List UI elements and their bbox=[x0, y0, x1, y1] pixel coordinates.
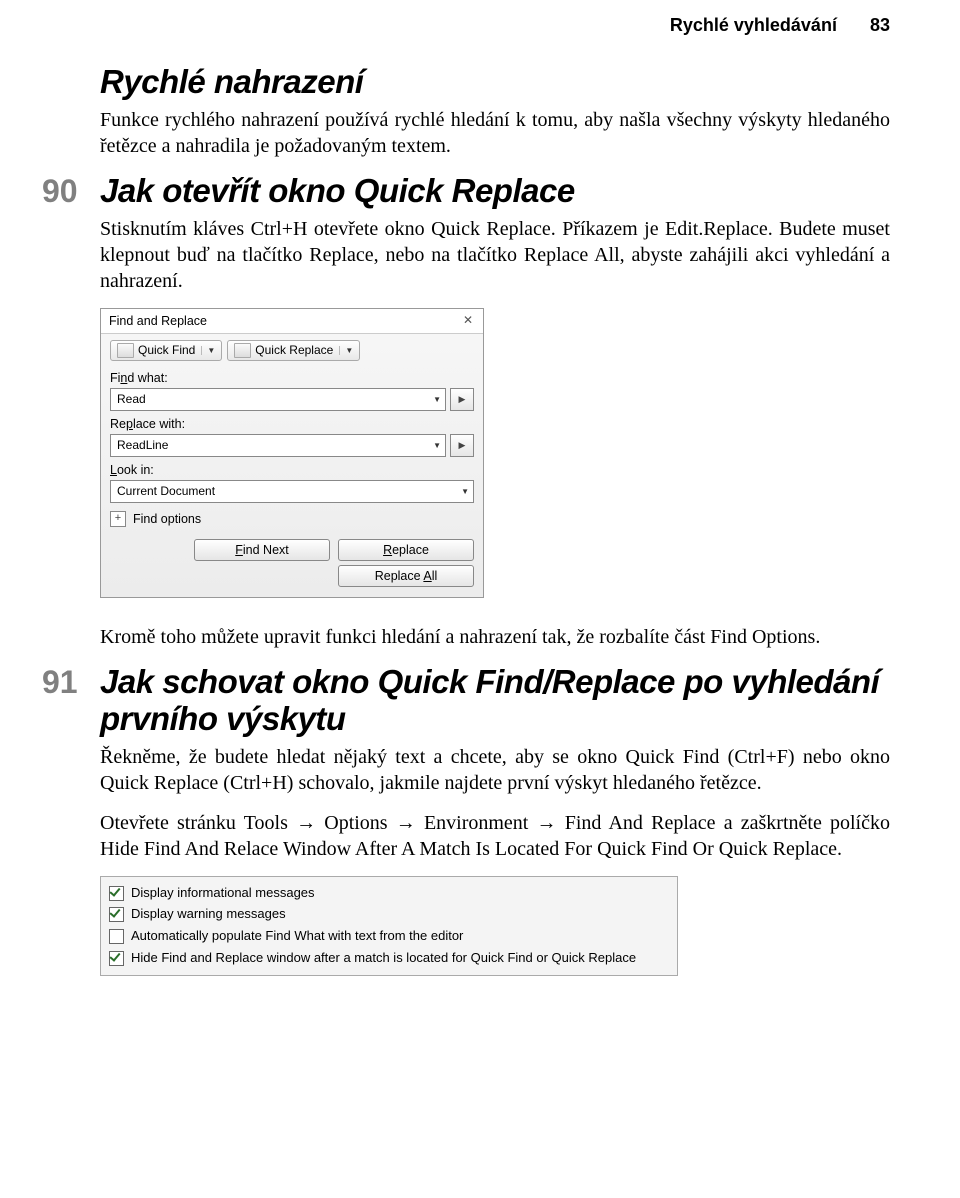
find-options-label: Find options bbox=[133, 512, 201, 526]
body-paragraph: Stisknutím kláves Ctrl+H otevřete okno Q… bbox=[100, 216, 890, 294]
quick-find-label: Quick Find bbox=[138, 343, 195, 357]
chevron-down-icon[interactable]: ▼ bbox=[461, 487, 469, 496]
quick-replace-label: Quick Replace bbox=[255, 343, 333, 357]
running-header: Rychlé vyhledávání 83 bbox=[100, 15, 890, 36]
checkbox[interactable] bbox=[109, 929, 124, 944]
section-heading: Rychlé nahrazení bbox=[100, 64, 890, 101]
look-in-value: Current Document bbox=[117, 484, 215, 498]
dialog-titlebar: Find and Replace ✕ bbox=[101, 309, 483, 334]
find-what-label: Find what: bbox=[110, 371, 474, 385]
checkbox-label: Display warning messages bbox=[131, 905, 286, 923]
checkbox-label: Automatically populate Find What with te… bbox=[131, 927, 463, 945]
options-checkbox-panel: Display informational messages Display w… bbox=[100, 876, 678, 976]
find-replace-dialog-figure: Find and Replace ✕ Quick Find ▼ Quick Re… bbox=[100, 308, 890, 598]
find-options-expander[interactable]: + Find options bbox=[110, 511, 474, 527]
chevron-down-icon[interactable]: ▼ bbox=[433, 395, 441, 404]
checkbox[interactable] bbox=[109, 907, 124, 922]
checkbox[interactable] bbox=[109, 886, 124, 901]
replace-with-value: ReadLine bbox=[117, 438, 168, 452]
checkbox-label: Hide Find and Replace window after a mat… bbox=[131, 949, 636, 967]
quick-find-icon bbox=[117, 343, 134, 358]
plus-icon: + bbox=[110, 511, 126, 527]
section-heading: 90 Jak otevřít okno Quick Replace bbox=[100, 173, 890, 210]
checkbox-label: Display informational messages bbox=[131, 884, 315, 902]
find-replace-dialog: Find and Replace ✕ Quick Find ▼ Quick Re… bbox=[100, 308, 484, 598]
checkbox-row[interactable]: Display informational messages bbox=[109, 882, 669, 904]
section-heading: 91 Jak schovat okno Quick Find/Replace p… bbox=[100, 664, 890, 738]
tip-number: 91 bbox=[42, 664, 100, 701]
replace-with-label: Replace with: bbox=[110, 417, 474, 431]
quick-replace-tab[interactable]: Quick Replace ▼ bbox=[227, 340, 360, 361]
checkbox[interactable] bbox=[109, 951, 124, 966]
quick-find-tab[interactable]: Quick Find ▼ bbox=[110, 340, 222, 361]
quick-replace-icon bbox=[234, 343, 251, 358]
chevron-down-icon[interactable]: ▼ bbox=[433, 441, 441, 450]
find-what-value: Read bbox=[117, 392, 146, 406]
replace-with-input[interactable]: ReadLine ▼ bbox=[110, 434, 446, 457]
find-next-button[interactable]: Find Next bbox=[194, 539, 330, 561]
chevron-down-icon[interactable]: ▼ bbox=[201, 346, 215, 355]
body-paragraph: Řekněme, že budete hledat nějaký text a … bbox=[100, 744, 890, 796]
look-in-select[interactable]: Current Document ▼ bbox=[110, 480, 474, 503]
running-title: Rychlé vyhledávání bbox=[670, 15, 837, 35]
checkbox-row[interactable]: Display warning messages bbox=[109, 903, 669, 925]
chevron-down-icon[interactable]: ▼ bbox=[339, 346, 353, 355]
body-paragraph: Kromě toho můžete upravit funkci hledání… bbox=[100, 624, 890, 650]
tip-number: 90 bbox=[42, 173, 100, 210]
body-paragraph: Funkce rychlého nahrazení používá rychlé… bbox=[100, 107, 890, 159]
replace-button[interactable]: Replace bbox=[338, 539, 474, 561]
dialog-title: Find and Replace bbox=[109, 314, 207, 328]
section-title: Jak schovat okno Quick Find/Replace po v… bbox=[100, 664, 890, 738]
checkbox-row[interactable]: Hide Find and Replace window after a mat… bbox=[109, 947, 669, 969]
find-what-input[interactable]: Read ▼ bbox=[110, 388, 446, 411]
body-paragraph: Otevřete stránku Tools → Options → Envir… bbox=[100, 810, 890, 862]
section-title: Jak otevřít okno Quick Replace bbox=[100, 173, 575, 210]
checkbox-row[interactable]: Automatically populate Find What with te… bbox=[109, 925, 669, 947]
find-what-expression-button[interactable]: ▶ bbox=[450, 388, 474, 411]
page-number: 83 bbox=[870, 15, 890, 36]
section-title: Rychlé nahrazení bbox=[100, 64, 363, 101]
replace-all-button[interactable]: Replace All bbox=[338, 565, 474, 587]
close-icon[interactable]: ✕ bbox=[461, 315, 475, 327]
replace-with-expression-button[interactable]: ▶ bbox=[450, 434, 474, 457]
look-in-label: Look in: bbox=[110, 463, 474, 477]
